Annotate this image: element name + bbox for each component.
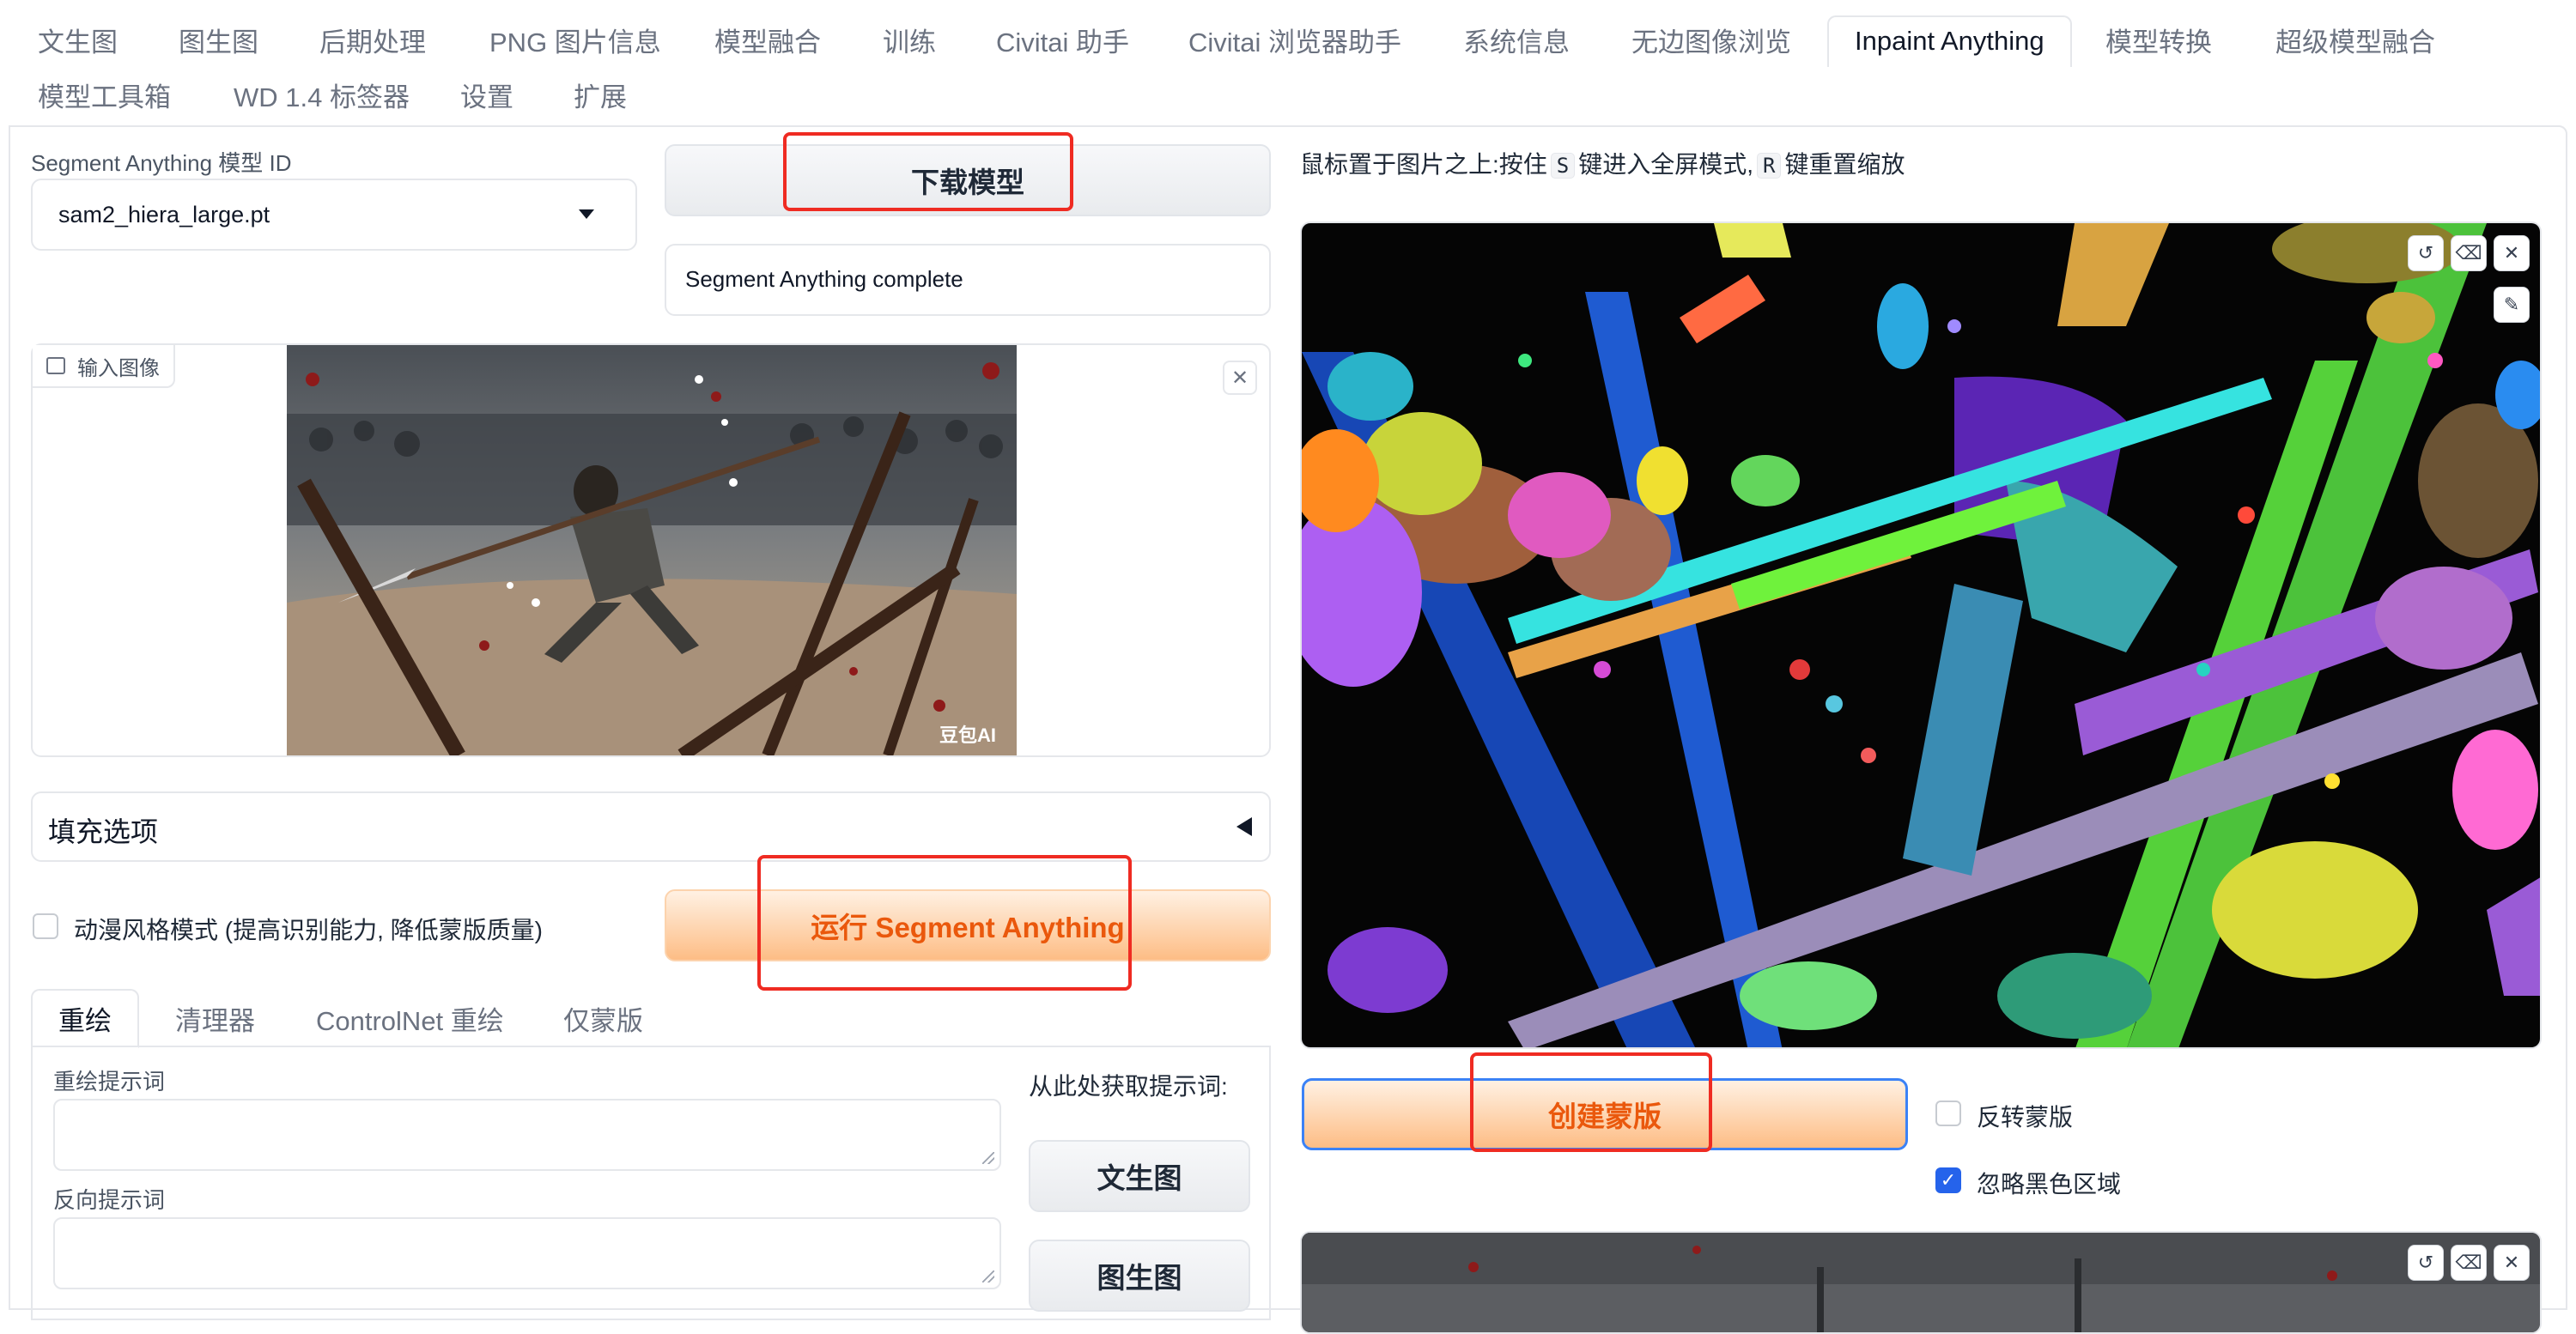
tab-super-merge[interactable]: 超级模型融合 — [2275, 26, 2435, 60]
mask-preview-panel[interactable]: ↺ ⌫ ✕ — [1300, 1231, 2542, 1334]
tab-cleaner[interactable]: 清理器 — [175, 999, 255, 1038]
ignore-black-checkbox[interactable]: ✓ — [1935, 1167, 1961, 1193]
img2img-button[interactable]: 图生图 — [1029, 1240, 1250, 1312]
eraser-icon[interactable]: ⌫ — [2451, 1245, 2487, 1281]
hint-key-r: R — [1757, 153, 1782, 179]
input-image: 豆包AI — [287, 345, 1017, 755]
undo-icon[interactable]: ↺ — [2408, 1245, 2444, 1281]
tab-train[interactable]: 训练 — [883, 26, 936, 60]
highlight-download — [783, 132, 1073, 211]
chevron-down-icon — [579, 209, 594, 219]
close-icon[interactable]: ✕ — [2494, 235, 2530, 271]
tab-inpaint[interactable]: 重绘 — [31, 989, 139, 1048]
tab-civitai-helper[interactable]: Civitai 助手 — [996, 26, 1129, 60]
hint-middle: 键进入全屏模式, — [1578, 151, 1754, 178]
negative-prompt-textarea[interactable] — [53, 1217, 1001, 1289]
tab-wd-tagger[interactable]: WD 1.4 标签器 — [234, 81, 410, 115]
hint-key-s: S — [1550, 153, 1576, 179]
triangle-left-icon — [1236, 817, 1252, 836]
fill-options-label: 填充选项 — [48, 816, 159, 847]
highlight-run — [757, 855, 1132, 991]
prompt-label: 重绘提示词 — [53, 1069, 166, 1094]
status-textbox: Segment Anything complete — [665, 244, 1271, 316]
get-prompt-from-label: 从此处获取提示词: — [1029, 1073, 1228, 1100]
tab-infinite-browser[interactable]: 无边图像浏览 — [1631, 26, 1791, 60]
fullscreen-hint: 鼠标置于图片之上:按住 S 键进入全屏模式, R 键重置缩放 — [1300, 146, 1905, 180]
tab-controlnet-inpaint[interactable]: ControlNet 重绘 — [316, 999, 504, 1038]
tab-postprocess[interactable]: 后期处理 — [319, 26, 426, 60]
mask-preview-image — [1302, 1233, 2540, 1332]
segmentation-image — [1302, 223, 2540, 1047]
tab-model-toolbox[interactable]: 模型工具箱 — [38, 81, 171, 115]
tab-txt2img[interactable]: 文生图 — [38, 26, 118, 60]
tab-system-info[interactable]: 系统信息 — [1463, 26, 1570, 60]
resize-grip-icon[interactable] — [982, 1152, 994, 1164]
image-icon — [46, 357, 65, 374]
ignore-black-label: 忽略黑色区域 — [1977, 1171, 2122, 1198]
hint-suffix: 键重置缩放 — [1784, 151, 1905, 178]
input-image-label-badge: 输入图像 — [33, 345, 175, 388]
invert-mask-checkbox[interactable] — [1935, 1101, 1961, 1126]
segmentation-panel[interactable]: ↺ ⌫ ✕ ✎ — [1300, 221, 2542, 1049]
model-id-dropdown[interactable]: sam2_hiera_large.pt — [31, 179, 637, 251]
tab-img2img[interactable]: 图生图 — [179, 26, 258, 60]
resize-grip-icon[interactable] — [982, 1270, 994, 1282]
tab-settings[interactable]: 设置 — [460, 81, 513, 115]
anime-mode-checkbox[interactable] — [33, 913, 58, 939]
tab-extensions[interactable]: 扩展 — [574, 81, 627, 115]
watermark-text: 豆包AI — [939, 725, 996, 746]
prompt-textarea[interactable] — [53, 1099, 1001, 1171]
fill-options-accordion[interactable]: 填充选项 — [31, 791, 1271, 862]
input-image-label: 输入图像 — [77, 356, 160, 380]
tab-inpaint-anything[interactable]: Inpaint Anything — [1827, 15, 2072, 67]
close-icon[interactable]: ✕ — [2494, 1245, 2530, 1281]
anime-mode-label: 动漫风格模式 (提高识别能力, 降低蒙版质量) — [74, 917, 543, 943]
model-id-label: Segment Anything 模型 ID — [31, 150, 292, 176]
tab-model-merge[interactable]: 模型融合 — [714, 26, 821, 60]
close-icon[interactable]: ✕ — [1223, 361, 1257, 395]
tab-civitai-browser[interactable]: Civitai 浏览器助手 — [1188, 26, 1401, 60]
undo-icon[interactable]: ↺ — [2408, 235, 2444, 271]
invert-mask-label: 反转蒙版 — [1977, 1104, 2074, 1131]
highlight-create-mask — [1470, 1052, 1712, 1152]
txt2img-button[interactable]: 文生图 — [1029, 1140, 1250, 1212]
hint-prefix: 鼠标置于图片之上:按住 — [1300, 151, 1547, 178]
status-text: Segment Anything complete — [685, 266, 963, 292]
model-id-value: sam2_hiera_large.pt — [58, 201, 270, 227]
negative-prompt-label: 反向提示词 — [53, 1187, 166, 1213]
brush-icon[interactable]: ✎ — [2494, 287, 2530, 323]
eraser-icon[interactable]: ⌫ — [2451, 235, 2487, 271]
tab-png-info[interactable]: PNG 图片信息 — [489, 26, 661, 60]
tab-mask-only[interactable]: 仅蒙版 — [563, 999, 643, 1038]
tab-model-convert[interactable]: 模型转换 — [2105, 26, 2212, 60]
